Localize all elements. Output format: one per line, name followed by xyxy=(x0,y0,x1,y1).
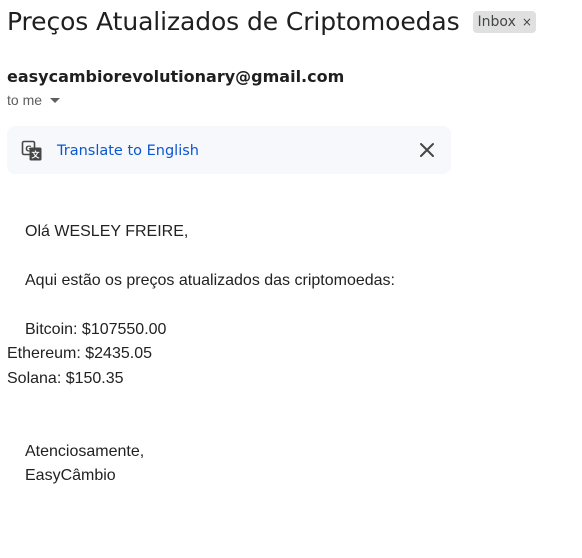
greeting-text: Olá WESLEY FREIRE, xyxy=(25,223,189,240)
translate-to-english-link[interactable]: Translate to English xyxy=(57,141,199,161)
sender-email[interactable]: easycambiorevolutionary@gmail.com xyxy=(7,66,344,88)
closing-text: Atenciosamente, xyxy=(25,443,145,460)
email-subject: Preços Atualizados de Criptomoedas xyxy=(7,7,460,36)
remove-label-icon[interactable]: × xyxy=(522,16,532,28)
price-ethereum: Ethereum: $2435.05 xyxy=(7,345,152,362)
close-icon[interactable] xyxy=(417,140,437,160)
translate-bar: G 文 Translate to English xyxy=(7,126,451,174)
recipient-details-toggle[interactable]: to me xyxy=(7,92,61,108)
subject-row: Preços Atualizados de Criptomoedas Inbox… xyxy=(7,4,536,40)
svg-text:文: 文 xyxy=(32,150,41,160)
price-bitcoin: Bitcoin: $107550.00 xyxy=(25,321,167,338)
caret-down-icon xyxy=(50,98,61,103)
price-solana: Solana: $150.35 xyxy=(7,370,124,387)
inbox-label-chip[interactable]: Inbox × xyxy=(472,11,536,33)
intro-text: Aqui estão os preços atualizados das cri… xyxy=(25,272,395,289)
translate-icon: G 文 xyxy=(21,140,42,161)
recipient-text: to me xyxy=(7,92,43,108)
signature-text: EasyCâmbio xyxy=(25,467,116,484)
inbox-label-text: Inbox xyxy=(477,14,516,30)
